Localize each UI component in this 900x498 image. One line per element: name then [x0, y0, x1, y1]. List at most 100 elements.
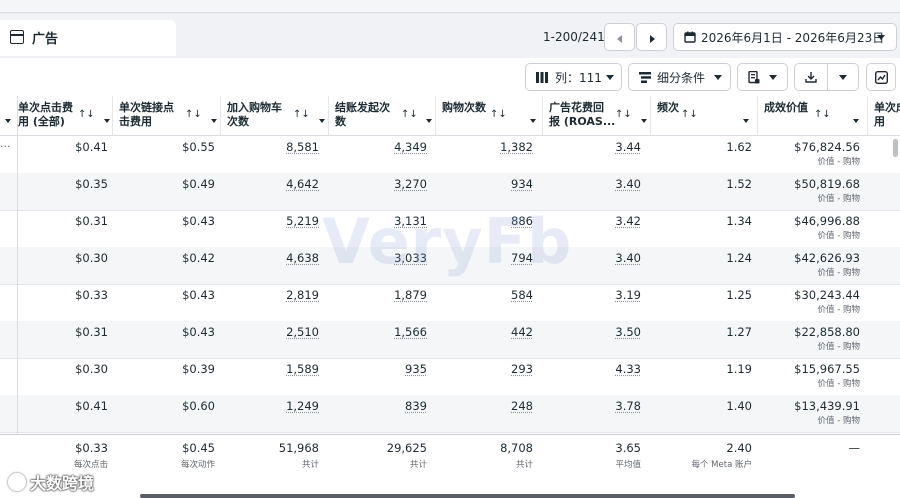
- column-header-freq[interactable]: 频次 ↑↓: [651, 96, 758, 136]
- cell-atc[interactable]: 1,249: [286, 399, 319, 413]
- column-header-line2: 用: [874, 115, 885, 128]
- reports-button[interactable]: [737, 63, 788, 91]
- column-header-stub[interactable]: [0, 96, 18, 136]
- cell-atc[interactable]: 8,581: [286, 140, 319, 154]
- cell-roas[interactable]: 3.50: [615, 325, 641, 339]
- dropdown-icon[interactable]: [641, 113, 647, 126]
- cell-roas[interactable]: 3.42: [615, 214, 641, 228]
- cell-cpc-all: $0.33: [75, 288, 108, 302]
- total-conv-value: —: [848, 441, 861, 455]
- column-header-purchases[interactable]: 购物次数 ↑↓: [436, 96, 543, 136]
- ads-header: 广告 1-200/241 2026年6月1日 - 2026年6月23日: [0, 14, 900, 58]
- cell-checkout[interactable]: 3,270: [394, 177, 427, 191]
- sort-icon[interactable]: ↑↓: [293, 109, 310, 120]
- sort-icon[interactable]: ↑↓: [490, 109, 507, 120]
- dropdown-icon[interactable]: [319, 113, 325, 126]
- cell-conv-value: $46,996.88: [794, 214, 860, 228]
- cell-conv-value-subtitle: 价值 - 购物: [817, 416, 860, 426]
- export-menu-button[interactable]: [827, 63, 859, 91]
- column-header-conv-value[interactable]: 成效价值 ↑↓: [758, 96, 868, 136]
- dropdown-icon[interactable]: [853, 113, 859, 126]
- cell-purchases[interactable]: 248: [511, 399, 533, 413]
- total-cpc-link: $0.45: [182, 441, 215, 455]
- column-header-line1: 单次链接点: [119, 101, 174, 114]
- dropdown-icon[interactable]: [743, 113, 749, 126]
- top-tab-bar: [0, 0, 900, 13]
- cell-roas[interactable]: 3.44: [615, 140, 641, 154]
- cell-checkout[interactable]: 839: [405, 399, 427, 413]
- cell-conv-value: $30,243.44: [794, 288, 860, 302]
- cell-purchases[interactable]: 934: [511, 177, 533, 191]
- dropdown-icon[interactable]: [211, 113, 217, 126]
- column-header-cut[interactable]: 单次成用: [868, 96, 900, 136]
- columns-button[interactable]: 列：111: [525, 63, 622, 91]
- cell-purchases[interactable]: 584: [511, 288, 533, 302]
- table-row[interactable]: $0.30 $0.39 1,589 935 293 4.33 1.19 $15,967.55 价…: [0, 358, 900, 396]
- cell-roas[interactable]: 3.40: [615, 251, 641, 265]
- prev-page-button[interactable]: [604, 23, 635, 51]
- sort-icon[interactable]: ↑↓: [814, 109, 831, 120]
- sort-icon[interactable]: ↑↓: [78, 109, 95, 120]
- breakdown-label: 细分条件: [657, 70, 706, 85]
- cell-checkout[interactable]: 935: [405, 362, 427, 376]
- cell-conv-value-subtitle: 价值 - 购物: [817, 379, 860, 389]
- total-purchases-label: 共计: [515, 460, 533, 470]
- cell-roas[interactable]: 3.19: [615, 288, 641, 302]
- cell-roas[interactable]: 4.33: [615, 362, 641, 376]
- column-header-label: 频次: [657, 101, 679, 115]
- cell-checkout[interactable]: 1,879: [394, 288, 427, 302]
- next-page-button[interactable]: [636, 23, 667, 51]
- download-icon: [805, 64, 817, 90]
- sort-icon[interactable]: ↑↓: [185, 109, 202, 120]
- cell-purchases[interactable]: 293: [511, 362, 533, 376]
- column-header-atc[interactable]: 加入购物车 次数 ↑↓: [221, 96, 329, 136]
- vertical-scrollbar[interactable]: [893, 139, 898, 157]
- cell-atc[interactable]: 4,638: [286, 251, 319, 265]
- ads-tab[interactable]: 广告: [0, 20, 176, 56]
- cell-purchases[interactable]: 1,382: [500, 140, 533, 154]
- export-button[interactable]: [794, 63, 828, 91]
- total-atc: 51,968: [278, 441, 319, 455]
- date-range-button[interactable]: 2026年6月1日 - 2026年6月23日: [673, 23, 897, 51]
- column-header-checkout[interactable]: 结账发起次数 ↑↓: [329, 96, 436, 136]
- dropdown-icon[interactable]: [530, 113, 536, 126]
- column-header-roas[interactable]: 广告花费回报 (ROAS... ↑↓: [543, 96, 651, 136]
- column-header-label: 结账发起次数: [335, 101, 390, 129]
- cell-atc[interactable]: 1,589: [286, 362, 319, 376]
- cell-checkout[interactable]: 4,349: [394, 140, 427, 154]
- charts-button[interactable]: [866, 63, 896, 91]
- table-row[interactable]: $0.31 $0.43 2,510 1,566 442 3.50 1.27 $22,858.8…: [0, 321, 900, 359]
- table-row[interactable]: ... $0.41 $0.55 8,581 4,349 1,382 3.44 1.62 $76,…: [0, 136, 900, 174]
- sort-icon[interactable]: ↑↓: [681, 109, 698, 120]
- dropdown-icon[interactable]: [426, 113, 432, 126]
- cell-purchases[interactable]: 442: [511, 325, 533, 339]
- dropdown-icon[interactable]: [104, 113, 110, 126]
- cell-freq: 1.40: [726, 399, 752, 413]
- column-header-cpc-link[interactable]: 单次链接点 击费用 ↑↓: [113, 96, 221, 136]
- breakdown-button[interactable]: 细分条件: [628, 63, 731, 91]
- cell-conv-value: $22,858.80: [794, 325, 860, 339]
- cell-conv-value: $13,439.91: [794, 399, 860, 413]
- horizontal-scrollbar[interactable]: [140, 494, 795, 498]
- chevron-left-icon: [617, 35, 622, 43]
- column-header-label: 单次成用: [874, 101, 900, 129]
- cell-conv-value: $42,626.93: [794, 251, 860, 265]
- total-atc-label: 共计: [301, 460, 319, 470]
- cell-checkout[interactable]: 1,566: [394, 325, 427, 339]
- cell-atc[interactable]: 5,219: [286, 214, 319, 228]
- cell-roas[interactable]: 3.40: [615, 177, 641, 191]
- cell-cpc-all: $0.31: [75, 325, 108, 339]
- table-row[interactable]: $0.41 $0.60 1,249 839 248 3.78 1.40 $13,439.91 价…: [0, 395, 900, 433]
- cell-atc[interactable]: 2,819: [286, 288, 319, 302]
- sort-icon[interactable]: ↑↓: [401, 109, 418, 120]
- cell-atc[interactable]: 4,642: [286, 177, 319, 191]
- column-header-cpc-all[interactable]: 单次点击费用 (全部) ↑↓: [18, 96, 113, 136]
- dropdown-icon[interactable]: [5, 113, 11, 126]
- cell-atc[interactable]: 2,510: [286, 325, 319, 339]
- column-header-label: 成效价值: [764, 101, 808, 115]
- logo-icon: [8, 473, 26, 491]
- cell-roas[interactable]: 3.78: [615, 399, 641, 413]
- total-freq-label: 每个 Meta 账户: [691, 460, 752, 470]
- table-row[interactable]: $0.33 $0.43 2,819 1,879 584 3.19 1.25 $30,243.4…: [0, 284, 900, 322]
- sort-icon[interactable]: ↑↓: [615, 109, 632, 120]
